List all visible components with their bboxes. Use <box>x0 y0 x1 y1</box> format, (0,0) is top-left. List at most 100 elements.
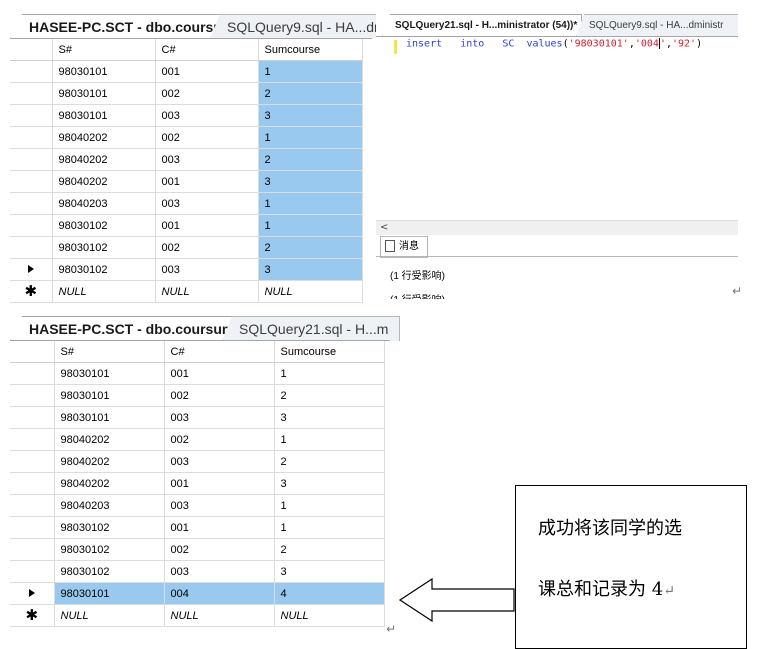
row-header-current[interactable] <box>10 258 53 281</box>
cell-c[interactable]: 001 <box>155 60 259 83</box>
table-row-current[interactable]: 98030102 003 3 <box>10 258 363 281</box>
cell-s[interactable]: 98040203 <box>52 192 156 215</box>
cell-s[interactable]: 98030101 <box>54 384 165 407</box>
cell-c[interactable]: 003 <box>155 104 259 127</box>
cell-c[interactable]: 004 <box>164 582 275 605</box>
table-row[interactable]: 98030102 001 1 <box>10 214 363 237</box>
cell-c[interactable]: 001 <box>164 472 275 495</box>
row-header[interactable] <box>10 170 53 193</box>
new-row[interactable]: ✱ NULL NULL NULL <box>10 280 363 303</box>
cell-c[interactable]: 001 <box>164 362 275 385</box>
table-row[interactable]: 98030101 001 1 <box>10 362 385 385</box>
cell-c[interactable]: 001 <box>155 214 259 237</box>
cell-c[interactable]: 003 <box>164 406 275 429</box>
column-header-s[interactable]: S# <box>54 341 165 363</box>
table-row[interactable]: 98030101 003 3 <box>10 104 363 127</box>
cell-c[interactable]: 003 <box>164 494 275 517</box>
cell-sumcourse[interactable]: 2 <box>274 384 385 407</box>
row-header-new[interactable]: ✱ <box>10 604 55 627</box>
cell-sumcourse[interactable]: 4 <box>274 582 385 605</box>
tab-sqlquery9-editor[interactable]: SQLQuery9.sql - HA...dministr <box>576 14 738 37</box>
cell-sumcourse[interactable]: 2 <box>258 148 363 171</box>
cell-sumcourse[interactable]: 1 <box>274 362 385 385</box>
cell-s[interactable]: 98030102 <box>52 258 156 281</box>
tab-sqlquery9[interactable]: SQLQuery9.sql - HA...dr <box>210 14 382 39</box>
row-header-corner[interactable] <box>10 341 55 363</box>
cell-null[interactable]: NULL <box>52 280 156 303</box>
table-row[interactable]: 98040202 001 3 <box>10 170 363 193</box>
column-header-c[interactable]: C# <box>164 341 275 363</box>
table-row[interactable]: 98030101 003 3 <box>10 406 385 429</box>
cell-s[interactable]: 98040202 <box>54 472 165 495</box>
cell-c[interactable]: 002 <box>164 428 275 451</box>
cell-sumcourse[interactable]: 3 <box>274 560 385 583</box>
cell-null[interactable]: NULL <box>258 280 363 303</box>
table-row[interactable]: 98030102 001 1 <box>10 516 385 539</box>
cell-s[interactable]: 98030101 <box>54 582 165 605</box>
column-header-s[interactable]: S# <box>52 39 156 61</box>
table-row[interactable]: 98030102 003 3 <box>10 560 385 583</box>
tab-coursum-table[interactable]: HASEE-PC.SCT - dbo.coursum <box>10 14 232 39</box>
cell-c[interactable]: 003 <box>164 450 275 473</box>
row-header[interactable] <box>10 104 53 127</box>
row-header[interactable] <box>10 192 53 215</box>
cell-s[interactable]: 98040202 <box>54 428 165 451</box>
cell-c[interactable]: 003 <box>155 148 259 171</box>
cell-c[interactable]: 002 <box>155 236 259 259</box>
cell-s[interactable]: 98040202 <box>52 148 156 171</box>
cell-s[interactable]: 98030102 <box>52 214 156 237</box>
row-header-new[interactable]: ✱ <box>10 280 53 303</box>
cell-s[interactable]: 98040202 <box>52 170 156 193</box>
row-header[interactable] <box>10 428 55 451</box>
row-header[interactable] <box>10 494 55 517</box>
row-header[interactable] <box>10 148 53 171</box>
table-row[interactable]: 98040202 003 2 <box>10 148 363 171</box>
table-row[interactable]: 98040203 003 1 <box>10 494 385 517</box>
cell-sumcourse[interactable]: 1 <box>258 192 363 215</box>
row-header[interactable] <box>10 538 55 561</box>
table-row[interactable]: 98040202 002 1 <box>10 126 363 149</box>
cell-c[interactable]: 003 <box>164 560 275 583</box>
cell-c[interactable]: 001 <box>164 516 275 539</box>
cell-s[interactable]: 98040203 <box>54 494 165 517</box>
cell-c[interactable]: 003 <box>155 258 259 281</box>
row-header[interactable] <box>10 362 55 385</box>
cell-sumcourse[interactable]: 1 <box>258 126 363 149</box>
row-header-current[interactable] <box>10 582 55 605</box>
column-header-sumcourse[interactable]: Sumcourse <box>274 341 385 363</box>
cell-sumcourse[interactable]: 1 <box>258 60 363 83</box>
cell-c[interactable]: 002 <box>155 82 259 105</box>
row-header[interactable] <box>10 82 53 105</box>
cell-s[interactable]: 98030101 <box>54 362 165 385</box>
column-header-sumcourse[interactable]: Sumcourse <box>258 39 363 61</box>
cell-s[interactable]: 98030101 <box>54 406 165 429</box>
cell-c[interactable]: 001 <box>155 170 259 193</box>
cell-s[interactable]: 98040202 <box>52 126 156 149</box>
column-header-c[interactable]: C# <box>155 39 259 61</box>
horizontal-scrollbar[interactable]: < <box>376 220 738 235</box>
cell-s[interactable]: 98030102 <box>54 538 165 561</box>
cell-c[interactable]: 002 <box>164 538 275 561</box>
sql-code-line[interactable]: insert into SC values('98030101','004','… <box>406 38 702 50</box>
cell-sumcourse[interactable]: 2 <box>274 538 385 561</box>
cell-sumcourse[interactable]: 2 <box>274 450 385 473</box>
row-header[interactable] <box>10 384 55 407</box>
cell-s[interactable]: 98030101 <box>52 82 156 105</box>
row-header[interactable] <box>10 472 55 495</box>
cell-null[interactable]: NULL <box>274 604 385 627</box>
tab-messages[interactable]: 消息 <box>380 236 428 258</box>
row-header[interactable] <box>10 236 53 259</box>
cell-s[interactable]: 98030101 <box>52 104 156 127</box>
cell-sumcourse[interactable]: 1 <box>258 214 363 237</box>
table-row-selected[interactable]: 98030101 004 4 <box>10 582 385 605</box>
row-header[interactable] <box>10 450 55 473</box>
tab-coursum-table[interactable]: HASEE-PC.SCT - dbo.coursum <box>10 316 242 341</box>
cell-c[interactable]: 002 <box>155 126 259 149</box>
cell-s[interactable]: 98030102 <box>54 516 165 539</box>
cell-sumcourse[interactable]: 3 <box>258 170 363 193</box>
cell-s[interactable]: 98040202 <box>54 450 165 473</box>
table-row[interactable]: 98030101 002 2 <box>10 384 385 407</box>
table-row[interactable]: 98030102 002 2 <box>10 236 363 259</box>
cell-null[interactable]: NULL <box>164 604 275 627</box>
cell-c[interactable]: 003 <box>155 192 259 215</box>
